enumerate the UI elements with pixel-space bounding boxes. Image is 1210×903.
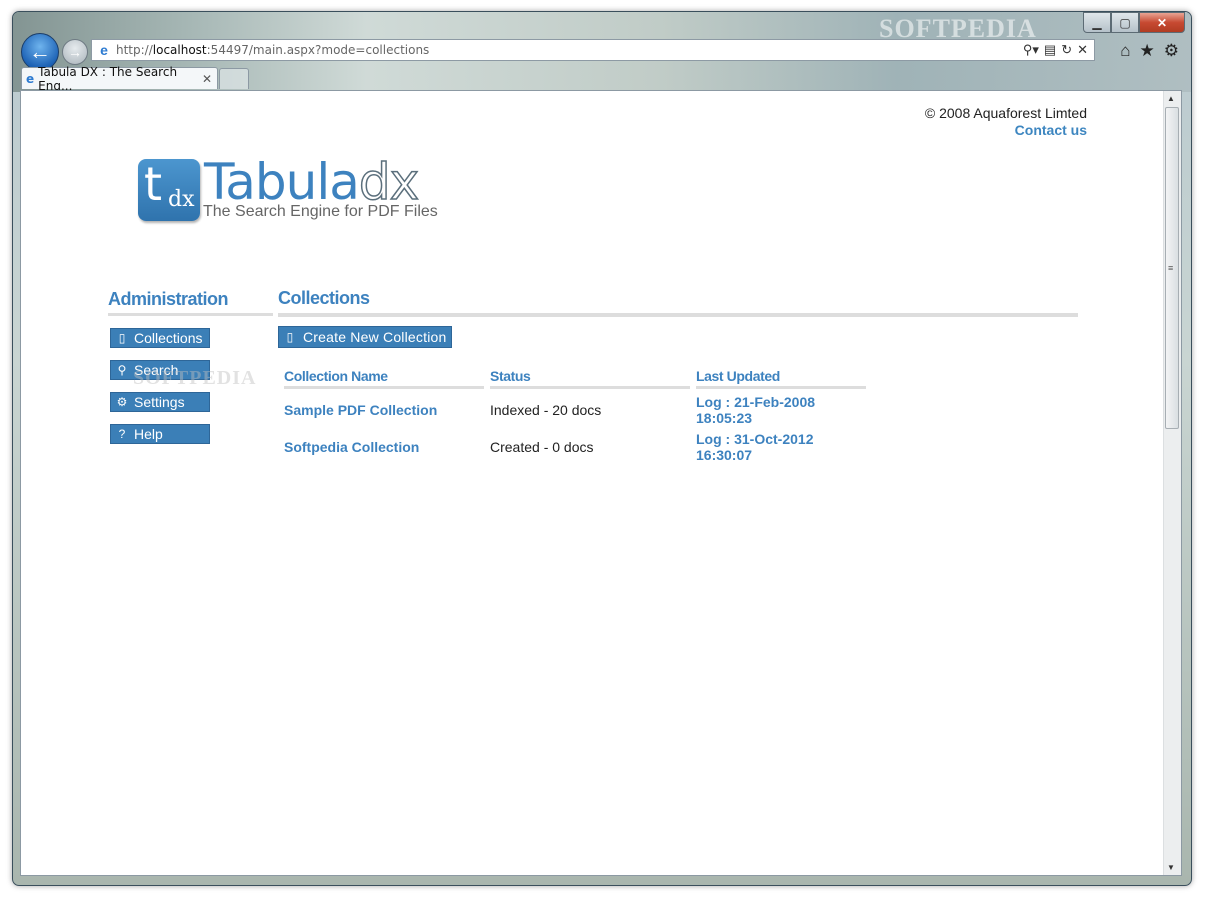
sidebar-title: Administration [108,289,229,309]
scroll-up-icon[interactable]: ▲ [1167,94,1175,103]
collection-status: Indexed - 20 docs [490,402,602,418]
admin-sidebar: Administration ▯ Collections ⚲ Search ⚙ … [108,289,273,444]
new-tab-button[interactable] [219,68,249,89]
tools-gear-icon[interactable]: ⚙ [1164,41,1179,61]
refresh-icon[interactable]: ↻ [1061,42,1072,58]
minimize-button[interactable]: ▁ [1083,12,1111,33]
create-collection-button[interactable]: ▯ Create New Collection [278,326,453,348]
help-icon: ? [118,427,126,441]
forward-button[interactable]: → [62,39,88,65]
sidebar-item-label: Settings [134,394,185,410]
scroll-grip-icon: ≡ [1168,263,1174,273]
gear-icon: ⚙ [116,395,128,409]
new-document-icon: ▯ [286,330,294,344]
address-url[interactable]: http://localhost:54497/main.aspx?mode=co… [116,43,429,57]
search-icon: ⚲ [117,363,127,377]
column-header-last-updated: Last Updated [696,360,866,389]
collection-name-link[interactable]: Softpedia Collection [284,426,484,463]
stop-icon[interactable]: ✕ [1077,42,1088,58]
logo-mark: t dx [138,157,200,221]
title-divider [278,313,1078,317]
compatibility-icon[interactable]: ▤ [1044,42,1056,58]
logo-tagline: The Search Engine for PDF Files [203,203,438,220]
tab-tabula-dx[interactable]: e Tabula DX : The Search Eng... ✕ [21,65,218,93]
column-header-collection-name: Collection Name [284,360,484,389]
favorites-star-icon[interactable]: ★ [1140,41,1155,61]
table-row: Softpedia Collection Created - 0 docs Lo… [284,426,866,463]
collection-status: Created - 0 docs [490,439,594,455]
forward-arrow-icon: → [68,44,82,60]
copyright-text: © 2008 Aquaforest Limted [924,105,1087,121]
maximize-button[interactable]: ▢ [1111,12,1139,33]
address-bar[interactable]: e http://localhost:54497/main.aspx?mode=… [91,39,1095,61]
page-content: ▲ ≡ ▼ © 2008 Aquaforest Limted Contact u… [20,90,1182,876]
home-icon[interactable]: ⌂ [1120,41,1130,61]
browser-toolbar-icons: ⌂ ★ ⚙ [1120,41,1179,61]
caption-buttons: ▁ ▢ ✕ [1083,12,1185,33]
collections-panel: Collections ▯ Create New Collection Coll… [278,288,1078,463]
search-dropdown-icon[interactable]: ⚲▾ [1023,42,1039,58]
collections-table: Collection Name Status Last Updated Samp… [278,360,872,463]
last-updated-log-link[interactable]: Log : 21-Feb-2008 18:05:23 [696,389,866,426]
tab-title: Tabula DX : The Search Eng... [38,64,178,93]
column-header-status: Status [490,360,690,389]
table-row: Sample PDF Collection Indexed - 20 docs … [284,389,866,426]
page-title: Collections [278,288,370,308]
browser-window: SOFTPEDIA ▁ ▢ ✕ ← → e http://localhost:5… [12,11,1192,886]
address-tools: ⚲▾ ▤ ↻ ✕ [1023,42,1094,58]
ie-page-icon: e [100,42,108,58]
sidebar-item-label: Collections [134,330,203,346]
contact-us-link[interactable]: Contact us [925,122,1087,139]
sidebar-item-label: Help [134,426,163,442]
sidebar-item-help[interactable]: ? Help [110,424,210,444]
document-icon: ▯ [118,331,126,345]
table-header-row: Collection Name Status Last Updated [284,360,866,389]
last-updated-log-link[interactable]: Log : 31-Oct-2012 16:30:07 [696,426,866,463]
vertical-scrollbar[interactable]: ▲ ≡ ▼ [1163,91,1181,875]
sidebar-item-collections[interactable]: ▯ Collections [110,328,210,348]
tab-close-icon[interactable]: ✕ [202,72,212,86]
collection-name-link[interactable]: Sample PDF Collection [284,389,484,426]
sidebar-divider [108,313,273,316]
scroll-down-icon[interactable]: ▼ [1167,863,1175,872]
create-collection-label: Create New Collection [303,329,447,345]
ie-tab-icon: e [26,71,35,86]
page-header: © 2008 Aquaforest Limted Contact us [925,105,1087,139]
back-arrow-icon: ← [29,39,51,64]
sidebar-item-settings[interactable]: ⚙ Settings [110,392,210,412]
close-button[interactable]: ✕ [1139,12,1185,33]
softpedia-watermark-sidebar: SOFTPEDIA [133,367,257,389]
